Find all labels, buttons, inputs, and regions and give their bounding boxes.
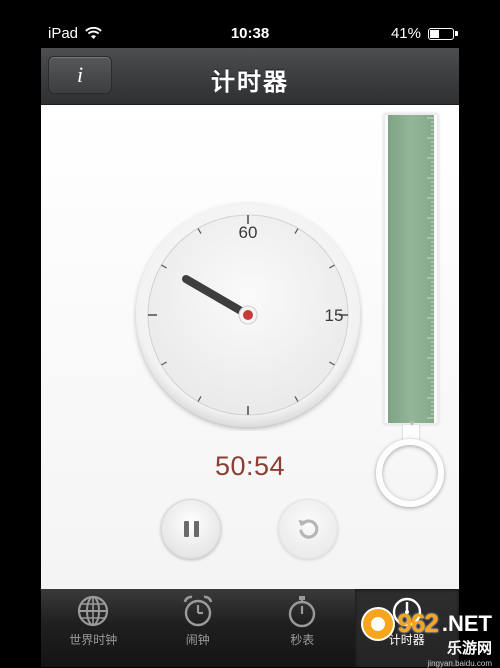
ruler-ticks [427,117,436,419]
tab-world-clock[interactable]: 世界时钟 [41,589,146,667]
chevron-down-icon: ▼ [408,419,416,428]
battery-fill [430,29,439,38]
dial-svg: 60 15 [136,203,360,427]
dial-label-60: 60 [239,223,258,242]
battery-percent: 41% [390,25,421,42]
watermark-name: 乐游网 [446,640,492,657]
reset-button[interactable] [278,499,338,559]
globe-icon [78,595,109,627]
slider-knob[interactable] [376,439,444,507]
stopwatch-icon [289,596,316,628]
watermark-logo: 962 .NET [363,608,492,639]
watermark-suffix: .NET [441,610,492,636]
timer-dial[interactable]: 60 15 [132,199,364,431]
page-title: 计时器 [211,69,289,96]
dial-label-15: 15 [325,306,344,325]
battery-icon [428,27,458,40]
status-bar: iPad 10:38 41% [0,0,500,48]
nav-bar: i 计时器 [41,48,459,105]
watermark-logo-icon [363,608,394,639]
tab-alarm[interactable]: 闹钟 [146,589,251,667]
pause-button[interactable] [161,499,221,559]
watermark: 962 .NET 乐游网 jingyan.baidu.com [363,608,492,668]
tab-label: 秒表 [290,633,315,647]
dial-center-dot [243,310,253,320]
tab-stopwatch[interactable]: 秒表 [250,589,355,667]
pause-icon [183,521,199,537]
tab-label: 世界时钟 [69,633,118,647]
tab-label: 闹钟 [185,633,210,647]
alarm-clock-icon [183,595,213,627]
ruler-track [383,113,439,425]
status-right: 41% [390,25,458,42]
timer-content: 60 15 50:54 ▼ [41,105,459,589]
watermark-number: 962 [397,608,438,638]
reset-icon [298,519,319,539]
duration-slider[interactable]: ▼ [373,113,449,507]
